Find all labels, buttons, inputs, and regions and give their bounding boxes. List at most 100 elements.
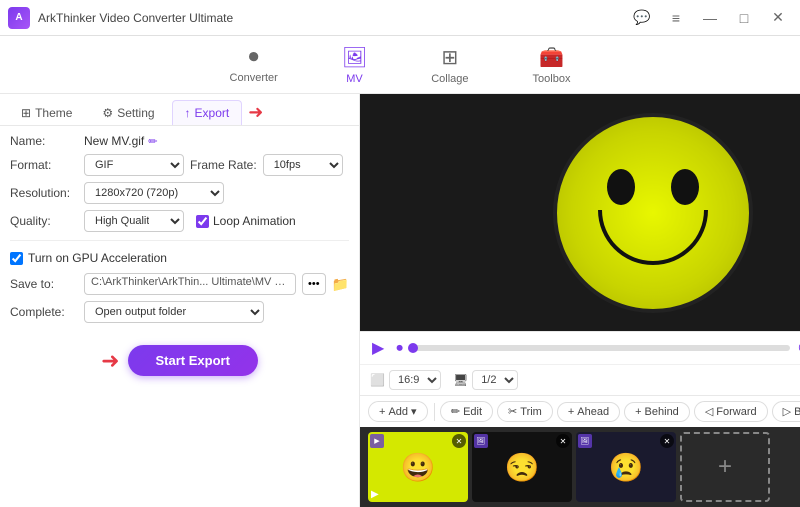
smiley-left-eye — [607, 169, 635, 205]
arrow-indicator: ➜ — [248, 102, 263, 123]
resolution-select[interactable]: 1280x720 (720p) 1920x1080 (1080p) 640x48… — [84, 182, 224, 204]
arrow-left-icon: ➜ — [101, 348, 119, 374]
format-select[interactable]: GIF MP4 MOV — [84, 154, 184, 176]
open-folder-button[interactable]: 📁 — [332, 276, 349, 293]
filmstrip-item-1[interactable]: 😀 ▶ ✕ ▶ — [368, 432, 468, 502]
nav-mv[interactable]: 🖼 MV — [330, 41, 379, 89]
mv-icon: 🖼 — [342, 45, 367, 70]
trim-button[interactable]: ✂ Trim — [497, 401, 553, 422]
app-logo: A — [8, 7, 30, 29]
nav-converter-label: Converter — [230, 72, 278, 84]
nav-toolbox[interactable]: 🧰 Toolbox — [521, 41, 583, 89]
play-button[interactable]: ▶ — [370, 338, 386, 358]
name-value: New MV.gif — [84, 134, 144, 148]
save-to-label: Save to: — [10, 277, 78, 291]
preview-area — [360, 94, 800, 331]
tab-theme-label: Theme — [35, 106, 72, 120]
resolution-label: Resolution: — [10, 186, 78, 200]
thumb1-type-icon: ▶ — [370, 434, 384, 448]
nav-collage[interactable]: ⊞ Collage — [419, 41, 480, 89]
theme-icon: ⊞ — [21, 106, 31, 120]
tab-export-label: Export — [195, 106, 230, 120]
save-path: C:\ArkThinker\ArkThin... Ultimate\MV Exp… — [84, 273, 296, 295]
smiley-mouth — [598, 210, 708, 265]
tab-theme[interactable]: ⊞ Theme — [8, 100, 85, 125]
tab-export[interactable]: ↑ Export — [172, 100, 243, 125]
menu-button[interactable]: ≡ — [662, 7, 690, 29]
edit-icon: ✏ — [451, 405, 460, 418]
filmstrip-item-3[interactable]: 😢 🖼 ✕ — [576, 432, 676, 502]
converter-icon: ⏺ — [249, 46, 259, 69]
add-dropdown-icon: ▾ — [411, 405, 417, 418]
nav-converter[interactable]: ⏺ Converter — [218, 42, 290, 88]
quality-select[interactable]: High Quality Medium Quality Low Quality — [84, 210, 184, 232]
tab-setting[interactable]: ⚙ Setting — [89, 100, 167, 125]
close-button[interactable]: ✕ — [764, 7, 792, 29]
thumb3-close-icon[interactable]: ✕ — [660, 434, 674, 448]
gpu-checkbox[interactable] — [10, 252, 23, 265]
backward-label: Backward — [794, 406, 800, 418]
chat-button[interactable]: 💬 — [628, 7, 656, 29]
collage-icon: ⊞ — [441, 45, 458, 70]
thumb1-play-indicator: ▶ — [371, 489, 379, 500]
format-row: Format: GIF MP4 MOV Frame Rate: 10fps 24… — [10, 154, 349, 176]
title-bar: A ArkThinker Video Converter Ultimate 💬 … — [0, 0, 800, 36]
complete-row: Complete: Open output folder Do nothing — [10, 301, 349, 323]
setting-icon: ⚙ — [102, 106, 113, 120]
thumb1-close-icon[interactable]: ✕ — [452, 434, 466, 448]
filmstrip: 😀 ▶ ✕ ▶ 😒 🖼 ✕ 😢 🖼 ✕ + — [360, 427, 800, 507]
smiley-right-eye — [671, 169, 699, 205]
minimize-button[interactable]: — — [696, 7, 724, 29]
loop-checkbox[interactable] — [196, 215, 209, 228]
loop-label: Loop Animation — [213, 214, 296, 228]
stop-button[interactable]: ⏺ — [394, 340, 405, 356]
aspect-ratio-group: ⬜ 16:9 4:3 1:1 🖥 1/2 1/1 1/4 — [370, 370, 518, 390]
browse-path-button[interactable]: ••• — [302, 273, 326, 295]
edit-button[interactable]: ✏ Edit — [440, 401, 493, 422]
add-filmstrip-icon: + — [718, 453, 732, 481]
smiley-preview — [553, 113, 753, 313]
forward-button[interactable]: ◁ Forward — [694, 401, 768, 422]
divider — [10, 240, 349, 241]
add-button[interactable]: + Add ▾ — [368, 401, 428, 422]
behind-label: Behind — [645, 406, 679, 418]
nav-mv-label: MV — [346, 73, 363, 85]
gpu-label: Turn on GPU Acceleration — [28, 251, 167, 265]
toolbox-icon: 🧰 — [539, 45, 564, 70]
progress-bar[interactable] — [413, 345, 791, 351]
filmstrip-item-2[interactable]: 😒 🖼 ✕ — [472, 432, 572, 502]
name-row: Name: New MV.gif ✏ — [10, 134, 349, 148]
main-layout: ⊞ Theme ⚙ Setting ↑ Export ➜ Name: New M… — [0, 94, 800, 507]
window-controls: 💬 ≡ — □ ✕ — [628, 7, 792, 29]
thumb2-close-icon[interactable]: ✕ — [556, 434, 570, 448]
frame-rate-select[interactable]: 10fps 24fps 30fps — [263, 154, 343, 176]
quality-row: Quality: High Quality Medium Quality Low… — [10, 210, 349, 232]
video-controls: ▶ ⏺ 00:00:00.00/00:00:15.00 🔊 — [360, 331, 800, 364]
behind-button[interactable]: + Behind — [624, 402, 690, 422]
thumb2-type-icon: 🖼 — [474, 434, 488, 448]
thumb3-type-icon: 🖼 — [578, 434, 592, 448]
backward-button[interactable]: ▷ Backward — [772, 401, 800, 422]
zoom-select[interactable]: 1/2 1/1 1/4 — [472, 370, 518, 390]
resolution-row: Resolution: 1280x720 (720p) 1920x1080 (1… — [10, 182, 349, 204]
quality-label: Quality: — [10, 214, 78, 228]
progress-dot — [408, 343, 418, 353]
frame-rate-label: Frame Rate: — [190, 158, 257, 172]
nav-toolbox-label: Toolbox — [533, 73, 571, 85]
complete-select[interactable]: Open output folder Do nothing — [84, 301, 264, 323]
export-icon: ↑ — [185, 106, 191, 120]
trim-label: Trim — [520, 406, 542, 418]
nav-collage-label: Collage — [431, 73, 468, 85]
behind-icon: + — [635, 406, 641, 418]
monitor-icon: 🖥 — [453, 373, 468, 387]
maximize-button[interactable]: □ — [730, 7, 758, 29]
edit-name-icon[interactable]: ✏ — [148, 135, 157, 148]
add-label: Add — [388, 406, 408, 418]
controls-row2: ⬜ 16:9 4:3 1:1 🖥 1/2 1/1 1/4 Start Expor… — [360, 364, 800, 395]
filmstrip-add-button[interactable]: + — [680, 432, 770, 502]
bottom-toolbar: + Add ▾ ✏ Edit ✂ Trim + Ahead + Behind — [360, 395, 800, 427]
ahead-button[interactable]: + Ahead — [557, 402, 620, 422]
start-export-left-button[interactable]: Start Export — [128, 345, 258, 376]
edit-label: Edit — [463, 406, 482, 418]
aspect-ratio-select[interactable]: 16:9 4:3 1:1 — [389, 370, 441, 390]
